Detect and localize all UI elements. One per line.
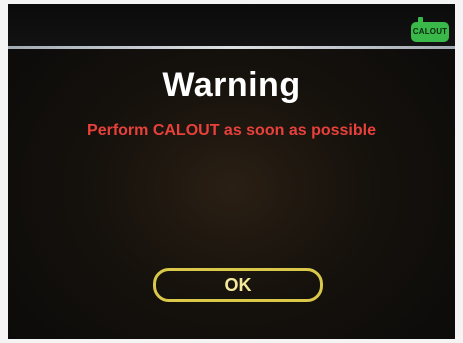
calout-indicator-tab [418,17,423,23]
top-status-bar: CALOUT [8,4,455,46]
header-divider [8,46,455,49]
calout-badge-label: CALOUT [412,27,448,36]
warning-message: Perform CALOUT as soon as possible [87,122,376,139]
device-frame: CALOUT Warning Perform CALOUT as soon as… [0,0,463,343]
device-screen: CALOUT Warning Perform CALOUT as soon as… [8,4,455,339]
calout-indicator-icon: CALOUT [411,17,449,42]
ok-button[interactable]: OK [153,268,323,302]
dialog-title: Warning [162,66,301,104]
